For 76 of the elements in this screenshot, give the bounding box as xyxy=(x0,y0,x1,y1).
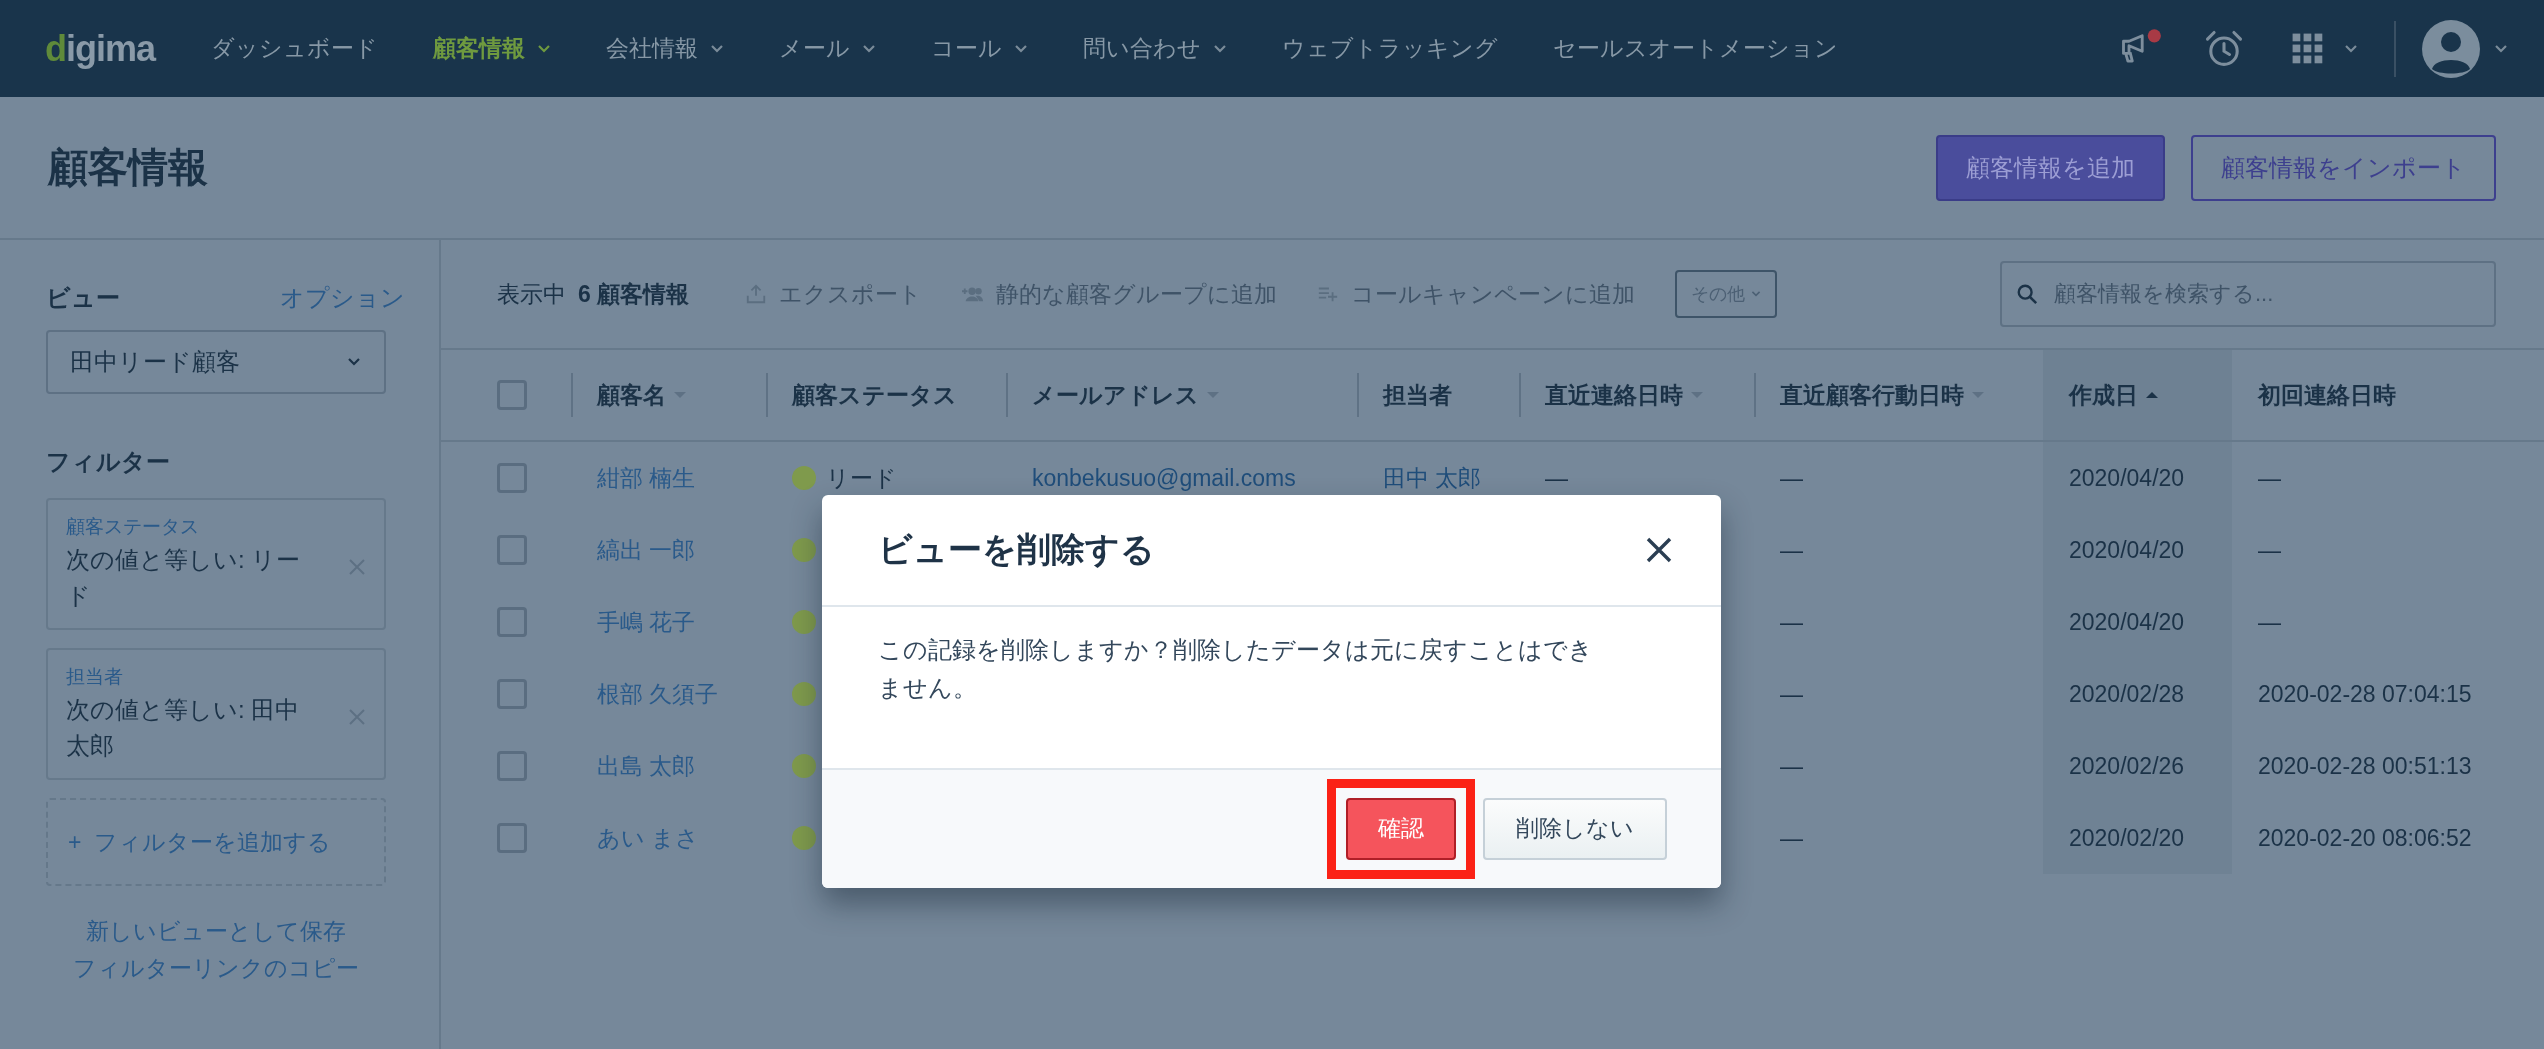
table-cell: — xyxy=(2258,608,2281,636)
table-cell: — xyxy=(1780,608,1803,636)
checkbox[interactable] xyxy=(497,823,527,853)
filter-card[interactable]: 顧客ステータス 次の値と等しい: リード xyxy=(46,498,386,630)
checkbox[interactable] xyxy=(497,380,527,410)
sidebar-link[interactable]: 新しいビューとして保存 xyxy=(86,916,346,947)
nav-item[interactable]: セールスオートメーション xyxy=(1553,33,1839,64)
table-cell: — xyxy=(1780,464,1803,492)
confirm-button[interactable]: 確認 xyxy=(1346,797,1456,860)
nav-item[interactable]: 問い合わせ xyxy=(1083,33,1228,64)
cancel-button[interactable]: 削除しない xyxy=(1483,797,1667,860)
table-cell: — xyxy=(2258,536,2281,564)
result-label: 表示中 xyxy=(497,279,566,309)
table-cell: 2020-02-28 07:04:15 xyxy=(2258,680,2472,708)
add-button[interactable]: 顧客情報を追加 xyxy=(1936,134,2165,201)
table-cell: 2020-02-20 08:06:52 xyxy=(2258,824,2472,852)
table-cell: 2020/02/20 xyxy=(2069,824,2185,852)
email-link[interactable]: konbekusuo@gmail.coms xyxy=(1032,464,1296,492)
import-button[interactable]: 顧客情報をインポート xyxy=(2191,134,2496,201)
table-cell: 2020/02/28 xyxy=(2069,680,2185,708)
close-icon[interactable] xyxy=(348,708,366,726)
table-cell: 2020/04/20 xyxy=(2069,608,2185,636)
column-header[interactable]: 初回連絡日時 xyxy=(2232,350,2544,442)
customer-name-link[interactable]: あい まさ xyxy=(597,822,700,854)
column-header[interactable]: 作成日 xyxy=(2043,350,2232,442)
customer-name-link[interactable]: 根部 久須子 xyxy=(597,678,719,710)
customer-name-link[interactable]: 手嶋 花子 xyxy=(597,606,696,638)
table-cell: — xyxy=(1545,464,1568,492)
table-cell: — xyxy=(1780,680,1803,708)
table-cell: 2020/04/20 xyxy=(2069,464,2185,492)
section-label: フィルター xyxy=(46,447,171,477)
table-cell: — xyxy=(1780,752,1803,780)
chevron-down-icon xyxy=(2494,43,2508,54)
customer-name-link[interactable]: 出島 太郎 xyxy=(597,750,696,782)
upload-icon xyxy=(745,283,768,305)
close-icon[interactable] xyxy=(348,558,366,576)
status-label: リード xyxy=(826,463,897,493)
section-label: ビュー xyxy=(46,283,120,313)
sidebar-link[interactable]: フィルターリンクのコピー xyxy=(73,953,359,984)
nav-item[interactable]: ダッシュボード xyxy=(211,33,379,64)
chevron-down-icon xyxy=(346,357,362,367)
table-cell: — xyxy=(1780,824,1803,852)
logo[interactable]: digima xyxy=(45,27,156,70)
user-avatar-icon[interactable] xyxy=(2422,19,2480,78)
chevron-down-icon xyxy=(2344,43,2358,54)
checkbox[interactable] xyxy=(497,679,527,709)
table-cell: 2020-02-28 00:51:13 xyxy=(2258,752,2472,780)
page-title: 顧客情報 xyxy=(48,144,209,191)
options-link[interactable]: オプション xyxy=(280,282,405,314)
nav-item[interactable]: メール xyxy=(779,33,877,64)
view-dropdown[interactable]: 田中リード顧客 xyxy=(46,330,386,394)
table-cell: — xyxy=(1780,536,1803,564)
checkbox[interactable] xyxy=(497,535,527,565)
add-filter-button[interactable]: + フィルターを追加する xyxy=(46,798,386,886)
checkbox[interactable] xyxy=(497,751,527,781)
checkbox[interactable] xyxy=(497,607,527,637)
table-cell: — xyxy=(2258,464,2281,492)
customer-name-link[interactable]: 縞出 一郎 xyxy=(597,534,696,566)
checkbox[interactable] xyxy=(497,463,527,493)
chevron-down-icon xyxy=(1751,289,1762,299)
table-cell: 2020/02/26 xyxy=(2069,752,2185,780)
dialog-title: ビューを削除する xyxy=(878,529,1155,570)
nav-item[interactable]: ウェブトラッキング xyxy=(1282,33,1499,64)
owner-link[interactable]: 田中 太郎 xyxy=(1383,462,1482,494)
filter-condition: 次の値と等しい: 田中太郎 xyxy=(66,695,301,761)
filter-field: 担当者 xyxy=(66,664,302,690)
nav-item[interactable]: 会社情報 xyxy=(606,33,725,64)
filter-card[interactable]: 担当者 次の値と等しい: 田中太郎 xyxy=(46,648,386,780)
nav-item[interactable]: 顧客情報 xyxy=(433,33,552,64)
table-cell: 2020/04/20 xyxy=(2069,536,2185,564)
customer-name-link[interactable]: 紺部 楠生 xyxy=(597,462,696,494)
filter-condition: 次の値と等しい: リード xyxy=(66,545,302,611)
search-icon xyxy=(2016,283,2038,305)
filter-field: 顧客ステータス xyxy=(66,514,302,540)
result-count: 6 顧客情報 xyxy=(578,279,690,309)
nav-item[interactable]: コール xyxy=(931,33,1029,64)
